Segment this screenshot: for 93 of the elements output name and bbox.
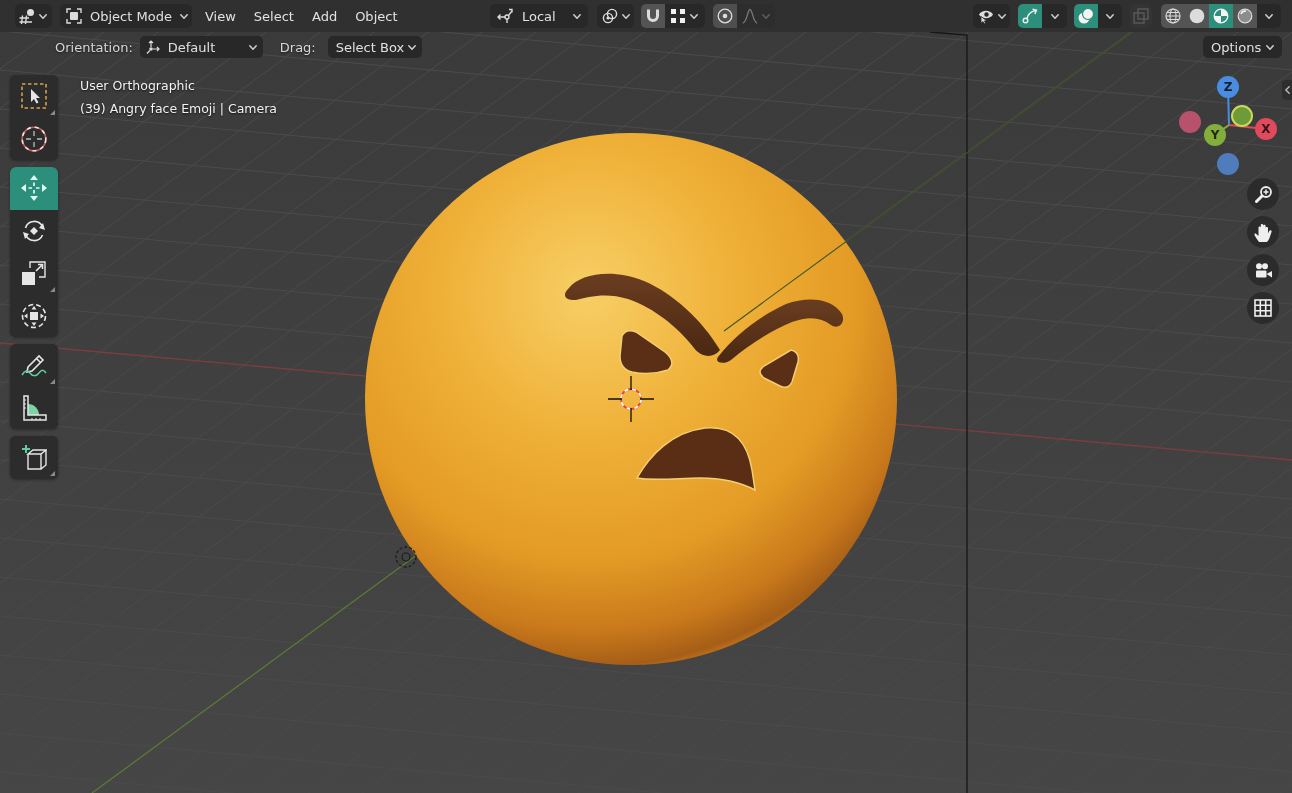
- view-name: User Orthographic: [80, 77, 195, 95]
- caret-icon: [622, 13, 630, 19]
- caret-icon: [762, 13, 770, 19]
- caret-icon: [573, 13, 581, 19]
- circle-dot-icon: [717, 8, 733, 24]
- transform-orientation-dropdown[interactable]: Default: [139, 36, 263, 58]
- pencil-wave-icon: [21, 352, 47, 379]
- pan-button[interactable]: [1247, 216, 1279, 248]
- orientation-dropdown[interactable]: Local: [490, 4, 588, 28]
- move-arrows-icon: [21, 175, 47, 202]
- drag-dropdown[interactable]: Select Box: [327, 36, 422, 58]
- shading-button[interactable]: [1209, 4, 1233, 28]
- shading-button[interactable]: [1185, 4, 1209, 28]
- tool-button[interactable]: [10, 386, 58, 429]
- overlapping-circles-icon: [1078, 8, 1094, 24]
- eye: [619, 329, 673, 375]
- axis-button[interactable]: Z: [1217, 76, 1239, 98]
- tool-button[interactable]: [10, 344, 58, 387]
- menu-item[interactable]: Select: [244, 4, 303, 28]
- zoom-icon: [1254, 185, 1272, 203]
- options-dropdown[interactable]: Options: [1203, 36, 1282, 58]
- grid-ball-icon: [19, 8, 35, 24]
- eye: [759, 349, 800, 389]
- shading-button[interactable]: [1161, 4, 1185, 28]
- gizmo-dropdown[interactable]: [1042, 4, 1067, 28]
- caret-icon: [39, 13, 47, 19]
- gizmo-toggle[interactable]: [1018, 4, 1042, 28]
- orientation-label: Orientation:: [55, 39, 133, 55]
- rendered-sphere-icon: [1237, 8, 1253, 24]
- scale-square-icon: [21, 260, 47, 287]
- curved-arrow-icon: [1022, 8, 1038, 24]
- tool-button[interactable]: [10, 436, 58, 479]
- editor-type-button[interactable]: [15, 4, 52, 28]
- pivot-dropdown[interactable]: [597, 4, 634, 28]
- zoom-button[interactable]: [1247, 178, 1279, 210]
- overlapping-squares-icon: [1133, 8, 1149, 24]
- material-sphere-icon: [1213, 8, 1229, 24]
- axis-dot-icon[interactable]: [1179, 111, 1201, 133]
- caret-icon: [1266, 44, 1274, 50]
- menu-item[interactable]: View: [196, 4, 245, 28]
- camera-button[interactable]: [1247, 254, 1279, 286]
- orientation-axes-icon: [497, 8, 513, 24]
- menu-item[interactable]: Add: [302, 4, 347, 28]
- object-info: (39) Angry face Emoji | Camera: [80, 100, 278, 118]
- axis-button[interactable]: Y: [1204, 124, 1226, 146]
- overlay-toggle[interactable]: [1074, 4, 1098, 28]
- linked-circles-icon: [602, 8, 618, 24]
- grid-dots-icon: [671, 9, 685, 23]
- dashed-ring-icon: [395, 546, 417, 568]
- tool-button[interactable]: [10, 117, 58, 160]
- visibility-dropdown[interactable]: [973, 4, 1010, 28]
- sidebar-toggle[interactable]: [1282, 80, 1292, 100]
- cursor-crosshair-icon: [607, 375, 655, 423]
- proportional-editing-toggle[interactable]: [713, 4, 737, 28]
- snap-target-dropdown[interactable]: [665, 4, 705, 28]
- magnet-icon: [645, 8, 661, 24]
- chevron-left-icon: [1284, 86, 1290, 94]
- shading-dropdown[interactable]: [1257, 4, 1281, 28]
- menu-item[interactable]: Object: [346, 4, 407, 28]
- caret-icon: [248, 44, 257, 50]
- caret-icon: [1106, 13, 1114, 19]
- add-cube-icon: [21, 444, 47, 471]
- caret-icon: [690, 13, 698, 19]
- solid-sphere-icon: [1189, 8, 1205, 24]
- axis-button[interactable]: X: [1255, 118, 1277, 140]
- caret-icon: [408, 44, 417, 50]
- shading-button[interactable]: [1233, 4, 1257, 28]
- grid-button[interactable]: [1247, 292, 1279, 324]
- tool-button[interactable]: [10, 209, 58, 252]
- tool-button[interactable]: [10, 75, 58, 118]
- select-box-icon: [21, 83, 47, 110]
- grid-icon: [1254, 299, 1272, 317]
- overlay-dropdown[interactable]: [1098, 4, 1122, 28]
- video-camera-icon: [1254, 262, 1272, 278]
- axis-dot-icon[interactable]: [1231, 105, 1253, 127]
- wireframe-sphere-icon: [1165, 8, 1181, 24]
- axes-icon: [145, 40, 160, 54]
- transform-icon: [21, 302, 47, 329]
- ruler-protractor-icon: [21, 394, 47, 421]
- tool-button[interactable]: [10, 294, 58, 337]
- mode-dropdown[interactable]: Object Mode: [60, 4, 192, 28]
- axis-dot-icon[interactable]: [1217, 153, 1239, 175]
- hand-icon: [1254, 222, 1272, 242]
- caret-icon: [1050, 13, 1059, 19]
- eye-cursor-icon: [978, 8, 994, 24]
- caret-icon: [998, 13, 1006, 19]
- object-square-icon: [66, 8, 82, 24]
- snap-toggle[interactable]: [641, 4, 665, 28]
- drag-label: Drag:: [279, 39, 316, 55]
- caret-icon: [179, 13, 188, 19]
- caret-icon: [1265, 13, 1273, 19]
- cursor-target-icon: [21, 125, 47, 152]
- bell-curve-icon: [742, 8, 758, 24]
